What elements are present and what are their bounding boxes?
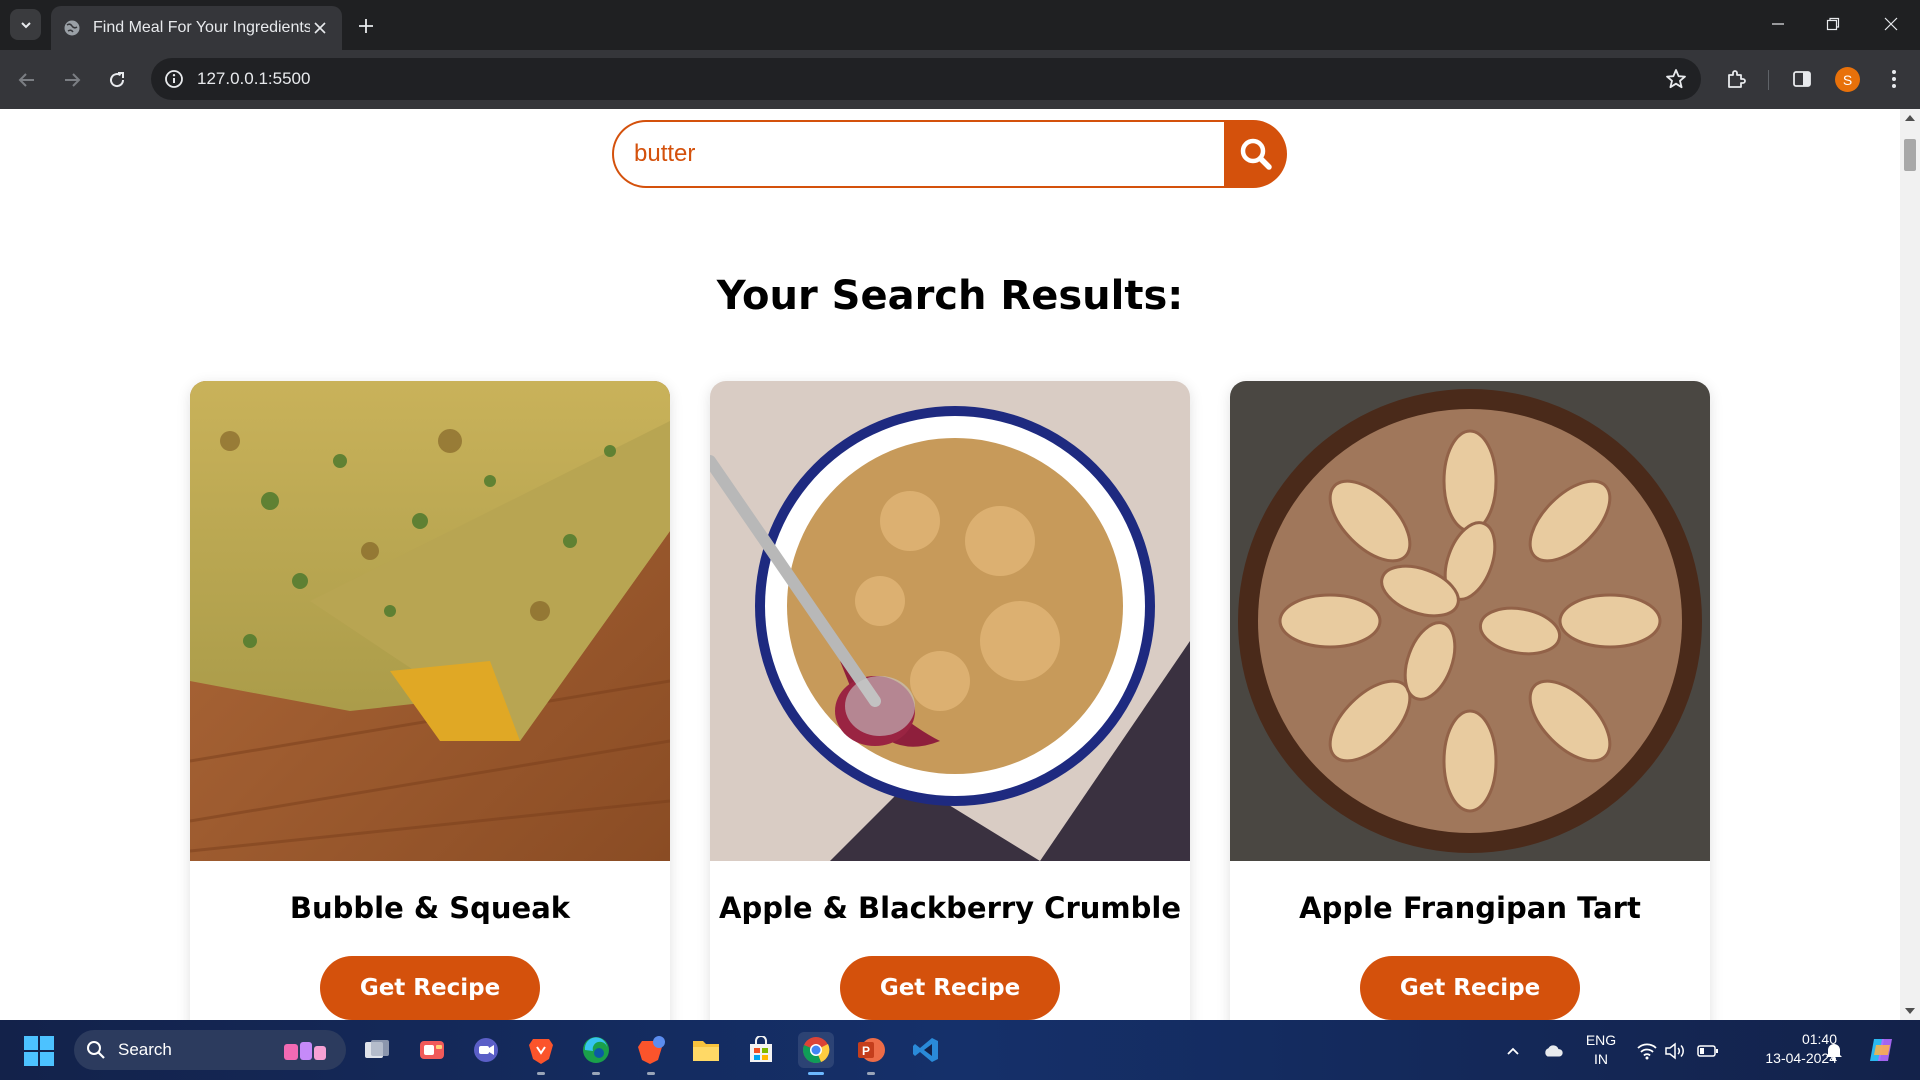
profile-avatar[interactable]: S: [1835, 67, 1860, 92]
scroll-up-arrow[interactable]: [1905, 115, 1915, 121]
task-view-icon[interactable]: [359, 1032, 395, 1068]
close-tab-icon[interactable]: [310, 18, 330, 38]
windows-start-icon[interactable]: [24, 1036, 54, 1066]
brave-beta-icon[interactable]: [633, 1032, 669, 1075]
language-code: ENG: [1585, 1032, 1617, 1048]
copilot-icon[interactable]: [1866, 1035, 1896, 1065]
new-tab-button[interactable]: [352, 12, 380, 40]
minimize-icon: [1772, 23, 1784, 25]
chevron-up-icon[interactable]: [1502, 1040, 1524, 1062]
get-recipe-button[interactable]: Get Recipe: [1360, 956, 1580, 1020]
svg-text:P: P: [862, 1044, 870, 1058]
onedrive-icon[interactable]: [1542, 1040, 1564, 1062]
browser-tab[interactable]: Find Meal For Your Ingredients: [51, 6, 342, 50]
extensions-icon[interactable]: [1723, 66, 1749, 92]
url-text: 127.0.0.1:5500: [197, 69, 311, 88]
battery-icon[interactable]: [1697, 1040, 1719, 1062]
running-indicator: [647, 1072, 655, 1075]
ingredient-search-input[interactable]: [612, 120, 1224, 188]
taskbar-search-label: Search: [118, 1040, 172, 1059]
scroll-thumb[interactable]: [1904, 139, 1916, 171]
results-heading: Your Search Results:: [716, 273, 1184, 319]
wifi-icon[interactable]: [1636, 1040, 1658, 1062]
browser-toolbar: 127.0.0.1:5500 S: [0, 50, 1920, 109]
browser-tab-bar: Find Meal For Your Ingredients: [0, 0, 1920, 50]
volume-icon[interactable]: [1664, 1040, 1686, 1062]
bookmark-star-icon[interactable]: [1665, 68, 1687, 90]
windows-taskbar: Search P ENG IN 01:40 13-04-2024: [0, 1020, 1920, 1080]
ingredient-search: [612, 120, 1287, 188]
back-button[interactable]: [12, 65, 42, 95]
region-code: IN: [1594, 1051, 1608, 1067]
page-viewport: Your Search Results:: [0, 109, 1900, 1020]
teams-icon[interactable]: [414, 1032, 450, 1068]
page-scrollbar[interactable]: [1900, 109, 1920, 1020]
chrome-icon[interactable]: [798, 1032, 834, 1075]
toolbar-separator: [1768, 70, 1769, 90]
meal-image: [190, 381, 670, 861]
search-highlight-icon: [280, 1038, 330, 1066]
site-info-icon[interactable]: [163, 68, 185, 90]
close-window-button[interactable]: [1877, 10, 1905, 38]
file-explorer-icon[interactable]: [688, 1032, 724, 1068]
minimize-button[interactable]: [1764, 10, 1792, 38]
meal-title: Apple Frangipan Tart: [1299, 891, 1641, 925]
globe-icon: [63, 19, 81, 37]
more-menu-icon[interactable]: [1881, 66, 1907, 92]
meal-card: Apple & Blackberry Crumble Get Recipe: [710, 381, 1190, 1020]
restore-button[interactable]: [1819, 10, 1847, 38]
restore-icon: [1826, 17, 1840, 31]
meal-card: Apple Frangipan Tart Get Recipe: [1230, 381, 1710, 1020]
taskbar-search[interactable]: Search: [74, 1030, 346, 1070]
arrow-right-icon: [65, 73, 81, 87]
search-button[interactable]: [1224, 120, 1287, 188]
tab-title: Find Meal For Your Ingredients: [93, 19, 310, 36]
running-indicator: [592, 1072, 600, 1075]
meal-card: Bubble & Squeak Get Recipe: [190, 381, 670, 1020]
tab-search-button[interactable]: [10, 9, 41, 40]
side-panel-icon[interactable]: [1789, 66, 1815, 92]
address-bar[interactable]: 127.0.0.1:5500: [151, 58, 1701, 100]
meal-title: Bubble & Squeak: [289, 891, 571, 925]
running-indicator: [808, 1072, 824, 1075]
get-recipe-button[interactable]: Get Recipe: [840, 956, 1060, 1020]
scroll-down-arrow[interactable]: [1905, 1008, 1915, 1014]
powerpoint-icon[interactable]: P: [853, 1032, 889, 1075]
language-indicator[interactable]: ENG IN: [1584, 1031, 1618, 1069]
meal-image: [1230, 381, 1710, 861]
search-icon: [87, 1041, 105, 1059]
chevron-down-icon: [20, 21, 31, 28]
reload-icon: [110, 72, 125, 88]
arrow-left-icon: [18, 73, 34, 87]
brave-icon[interactable]: [523, 1032, 559, 1075]
microsoft-store-icon[interactable]: [743, 1032, 779, 1068]
meet-icon[interactable]: [468, 1032, 504, 1068]
reload-button[interactable]: [102, 65, 132, 95]
meal-title: Apple & Blackberry Crumble: [719, 891, 1181, 925]
running-indicator: [867, 1072, 875, 1075]
running-indicator: [537, 1072, 545, 1075]
get-recipe-button[interactable]: Get Recipe: [320, 956, 540, 1020]
notification-bell-icon[interactable]: [1823, 1040, 1845, 1062]
close-icon: [1884, 17, 1898, 31]
search-icon: [1240, 138, 1272, 170]
edge-icon[interactable]: [578, 1032, 614, 1075]
forward-button[interactable]: [57, 65, 87, 95]
vscode-icon[interactable]: [908, 1032, 944, 1068]
meal-image: [710, 381, 1190, 861]
plus-icon: [359, 19, 373, 33]
